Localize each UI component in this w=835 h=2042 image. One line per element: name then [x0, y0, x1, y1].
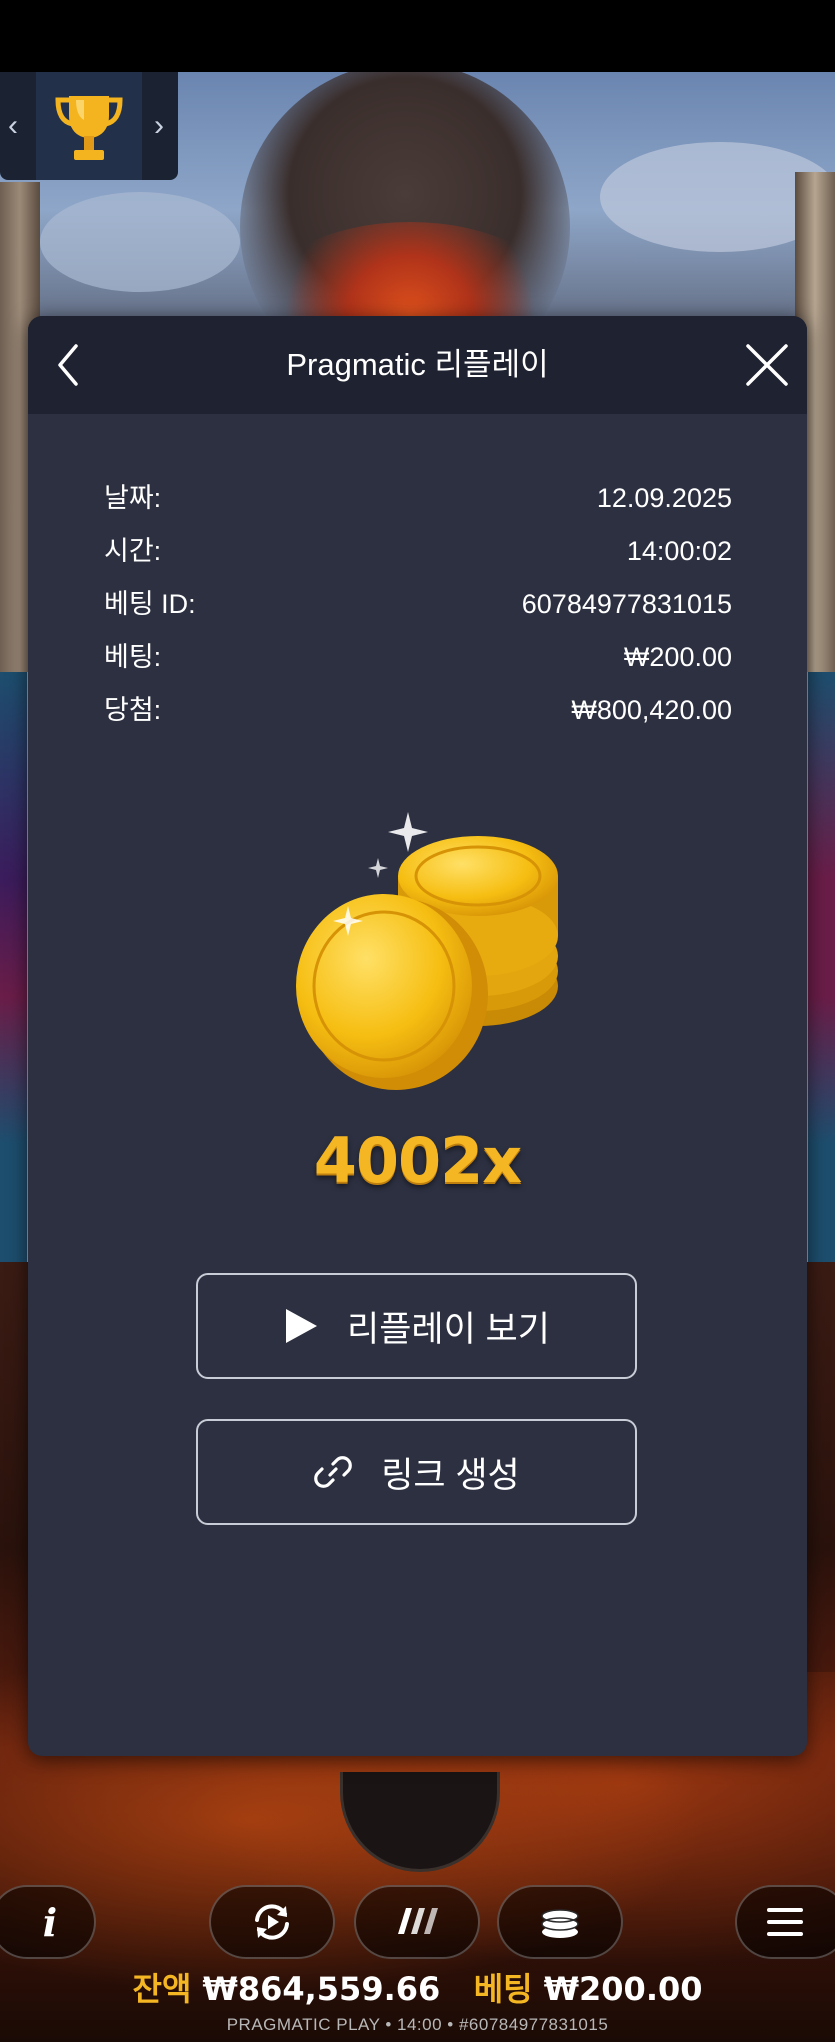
- chevron-right-icon[interactable]: ›: [154, 106, 164, 146]
- close-icon: [746, 344, 788, 386]
- gold-coins-icon: [296, 812, 558, 1090]
- detail-row-win: 당첨: ₩800,420.00: [104, 690, 732, 730]
- tournament-panel[interactable]: ‹ ›: [0, 72, 178, 180]
- detail-label: 베팅:: [104, 642, 162, 672]
- replay-dialog: Pragmatic 리플레이 날짜: 12.09.2025 시간: 14:00:…: [28, 316, 807, 1756]
- menu-icon: [767, 1908, 803, 1936]
- info-button[interactable]: i: [0, 1885, 96, 1959]
- turbo-icon: [398, 1908, 438, 1934]
- info-icon: i: [42, 1899, 58, 1945]
- cloud: [40, 192, 240, 292]
- balance-value: ₩864,559.66: [202, 1970, 441, 2008]
- coins-icon: [541, 1909, 579, 1938]
- detail-label: 베팅 ID:: [104, 589, 196, 619]
- create-link-label: 링크 생성: [381, 1455, 520, 1495]
- dialog-title: Pragmatic 리플레이: [286, 347, 549, 382]
- balance-label: 잔액: [132, 1970, 192, 2008]
- autoplay-button[interactable]: [209, 1885, 335, 1959]
- bet-label: 베팅: [473, 1970, 533, 2008]
- reel-edge-left: [0, 672, 30, 1262]
- reel-edge-right: [805, 672, 835, 1262]
- turbo-button[interactable]: [354, 1885, 480, 1959]
- detail-label: 날짜:: [104, 483, 162, 513]
- play-icon: [286, 1309, 318, 1343]
- autoplay-icon: [255, 1904, 289, 1940]
- detail-value: 14:00:02: [626, 536, 732, 566]
- detail-row-bet: 베팅: ₩200.00: [104, 637, 732, 677]
- detail-label: 당첨:: [104, 695, 162, 725]
- back-button[interactable]: [42, 338, 96, 392]
- dialog-header: Pragmatic 리플레이: [28, 316, 807, 414]
- close-button[interactable]: [740, 338, 794, 392]
- detail-label: 시간:: [104, 536, 162, 566]
- detail-value: ₩200.00: [623, 642, 732, 672]
- watch-replay-label: 리플레이 보기: [347, 1309, 550, 1349]
- watch-replay-button[interactable]: 리플레이 보기: [196, 1273, 637, 1379]
- detail-value: 60784977831015: [521, 589, 732, 619]
- win-multiplier: 4002x: [313, 1124, 523, 1197]
- chevron-left-icon[interactable]: ‹: [8, 106, 18, 146]
- detail-value: ₩800,420.00: [571, 695, 732, 725]
- detail-value: 12.09.2025: [596, 483, 732, 513]
- link-icon: [314, 1456, 353, 1488]
- footer-info: PRAGMATIC PLAY • 14:00 • #60784977831015: [226, 2015, 609, 2034]
- chevron-left-icon: [58, 344, 78, 386]
- detail-row-time: 시간: 14:00:02: [104, 531, 732, 571]
- detail-row-date: 날짜: 12.09.2025: [104, 478, 732, 518]
- balance-bet-display: 잔액 ₩864,559.66 베팅 ₩200.00: [0, 1966, 835, 2012]
- bet-value: ₩200.00: [543, 1970, 703, 2008]
- trophy-icon: [55, 96, 123, 160]
- status-bar: [0, 0, 835, 72]
- detail-row-bet-id: 베팅 ID: 60784977831015: [104, 584, 732, 624]
- trophy-button[interactable]: [36, 72, 142, 180]
- create-link-button[interactable]: 링크 생성: [196, 1419, 637, 1525]
- menu-button[interactable]: [735, 1885, 835, 1959]
- bet-coins-button[interactable]: [497, 1885, 623, 1959]
